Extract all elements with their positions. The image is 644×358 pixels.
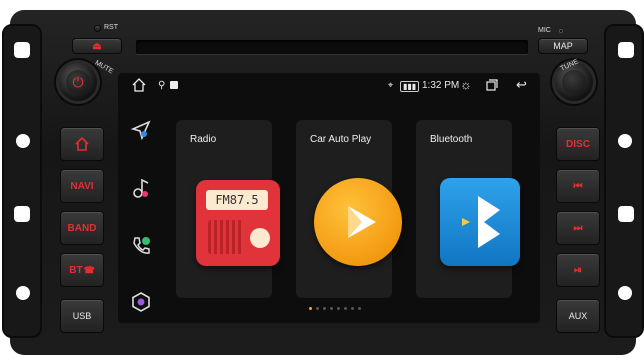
band-button[interactable]: BAND xyxy=(60,211,104,245)
page-dot[interactable] xyxy=(309,307,312,310)
next-button[interactable]: ⏭ xyxy=(556,211,600,245)
bracket-hole xyxy=(16,134,30,148)
usb-port[interactable]: USB xyxy=(60,299,104,333)
head-unit: RST ⏏ MIC MAP ⏻ MUTE TUNE NAVI BAND BT ☎… xyxy=(2,10,644,355)
bt-button[interactable]: BT ☎ xyxy=(60,253,104,287)
mic-hole xyxy=(559,29,563,33)
bracket-hole xyxy=(16,286,30,300)
settings-icon[interactable] xyxy=(128,289,154,315)
app-card-radio[interactable]: Radio FM87.5 xyxy=(176,120,280,298)
navi-button[interactable]: NAVI xyxy=(60,169,104,203)
app-label: Car Auto Play xyxy=(310,134,372,145)
app-dock xyxy=(118,99,166,323)
bracket-hole xyxy=(14,206,30,222)
app-label: Bluetooth xyxy=(430,134,473,145)
previous-track-icon: ⏮ xyxy=(573,180,583,192)
page-dot[interactable] xyxy=(344,307,347,310)
status-bar: ⚲ ⌖ ▮▮▮ 1:32 PM ☼ ↩ xyxy=(118,73,540,99)
left-mounting-bracket xyxy=(2,24,42,338)
music-icon[interactable] xyxy=(128,175,154,201)
wifi-icon: ▮▮▮ xyxy=(400,81,420,92)
tune-knob-cap xyxy=(562,70,586,94)
back-icon[interactable]: ↩ xyxy=(516,77,527,93)
bracket-hole xyxy=(14,42,30,58)
page-dot[interactable] xyxy=(337,307,340,310)
location-icon: ⌖ xyxy=(388,80,394,90)
touch-screen[interactable]: ⚲ ⌖ ▮▮▮ 1:32 PM ☼ ↩ Radio FM87.5 Car Aut… xyxy=(118,73,540,323)
right-mounting-bracket xyxy=(604,24,644,338)
volume-power-knob[interactable]: ⏻ xyxy=(56,60,100,104)
next-track-icon: ⏭ xyxy=(573,222,583,234)
bracket-hole xyxy=(618,134,632,148)
app-card-bluetooth[interactable]: Bluetooth xyxy=(416,120,520,298)
usb-icon: ⚲ xyxy=(158,80,166,91)
rst-button[interactable] xyxy=(94,25,101,32)
aux-port[interactable]: AUX xyxy=(556,299,600,333)
app-label: Radio xyxy=(190,134,217,145)
home-button[interactable] xyxy=(60,127,104,161)
rst-label: RST xyxy=(104,24,118,31)
phone-icon[interactable] xyxy=(128,233,154,259)
disc-slot xyxy=(136,40,528,54)
map-button[interactable]: MAP xyxy=(538,38,588,54)
bracket-hole xyxy=(618,42,634,58)
phone-icon: ☎ xyxy=(83,264,95,275)
navigation-icon[interactable] xyxy=(128,117,154,143)
bracket-hole xyxy=(618,206,634,222)
play-pause-icon: ⏯ xyxy=(574,264,582,276)
page-dot[interactable] xyxy=(330,307,333,310)
page-indicator xyxy=(309,307,361,310)
recent-apps-icon[interactable] xyxy=(486,79,498,94)
clock: 1:32 PM xyxy=(422,80,460,91)
tuning-dial xyxy=(250,228,270,248)
car-auto-play-icon xyxy=(314,178,402,266)
page-dot[interactable] xyxy=(358,307,361,310)
page-dot[interactable] xyxy=(351,307,354,310)
home-icon xyxy=(75,136,89,151)
radio-frequency: FM87.5 xyxy=(215,193,259,207)
prev-button[interactable]: ⏮ xyxy=(556,169,600,203)
eject-icon: ⏏ xyxy=(92,40,102,52)
play-pause-button[interactable]: ⏯ xyxy=(556,253,600,287)
page-dot[interactable] xyxy=(316,307,319,310)
page-dot[interactable] xyxy=(323,307,326,310)
notification-icon xyxy=(170,81,178,89)
radio-display: FM87.5 xyxy=(206,190,268,210)
app-card-car-auto-play[interactable]: Car Auto Play xyxy=(296,120,402,298)
speaker-grille xyxy=(208,220,244,254)
bluetooth-symbol-icon xyxy=(462,196,500,248)
brightness-icon[interactable]: ☼ xyxy=(460,77,472,92)
play-arrow-icon xyxy=(348,206,376,238)
disc-button[interactable]: DISC xyxy=(556,127,600,161)
eject-button[interactable]: ⏏ xyxy=(72,38,122,54)
bracket-hole xyxy=(618,286,632,300)
power-icon: ⏻ xyxy=(66,70,90,94)
mic-label: MIC xyxy=(538,27,551,34)
bt-label: BT xyxy=(69,264,83,276)
radio-icon: FM87.5 xyxy=(196,180,280,266)
bluetooth-icon xyxy=(440,178,520,266)
home-icon[interactable] xyxy=(132,78,146,95)
